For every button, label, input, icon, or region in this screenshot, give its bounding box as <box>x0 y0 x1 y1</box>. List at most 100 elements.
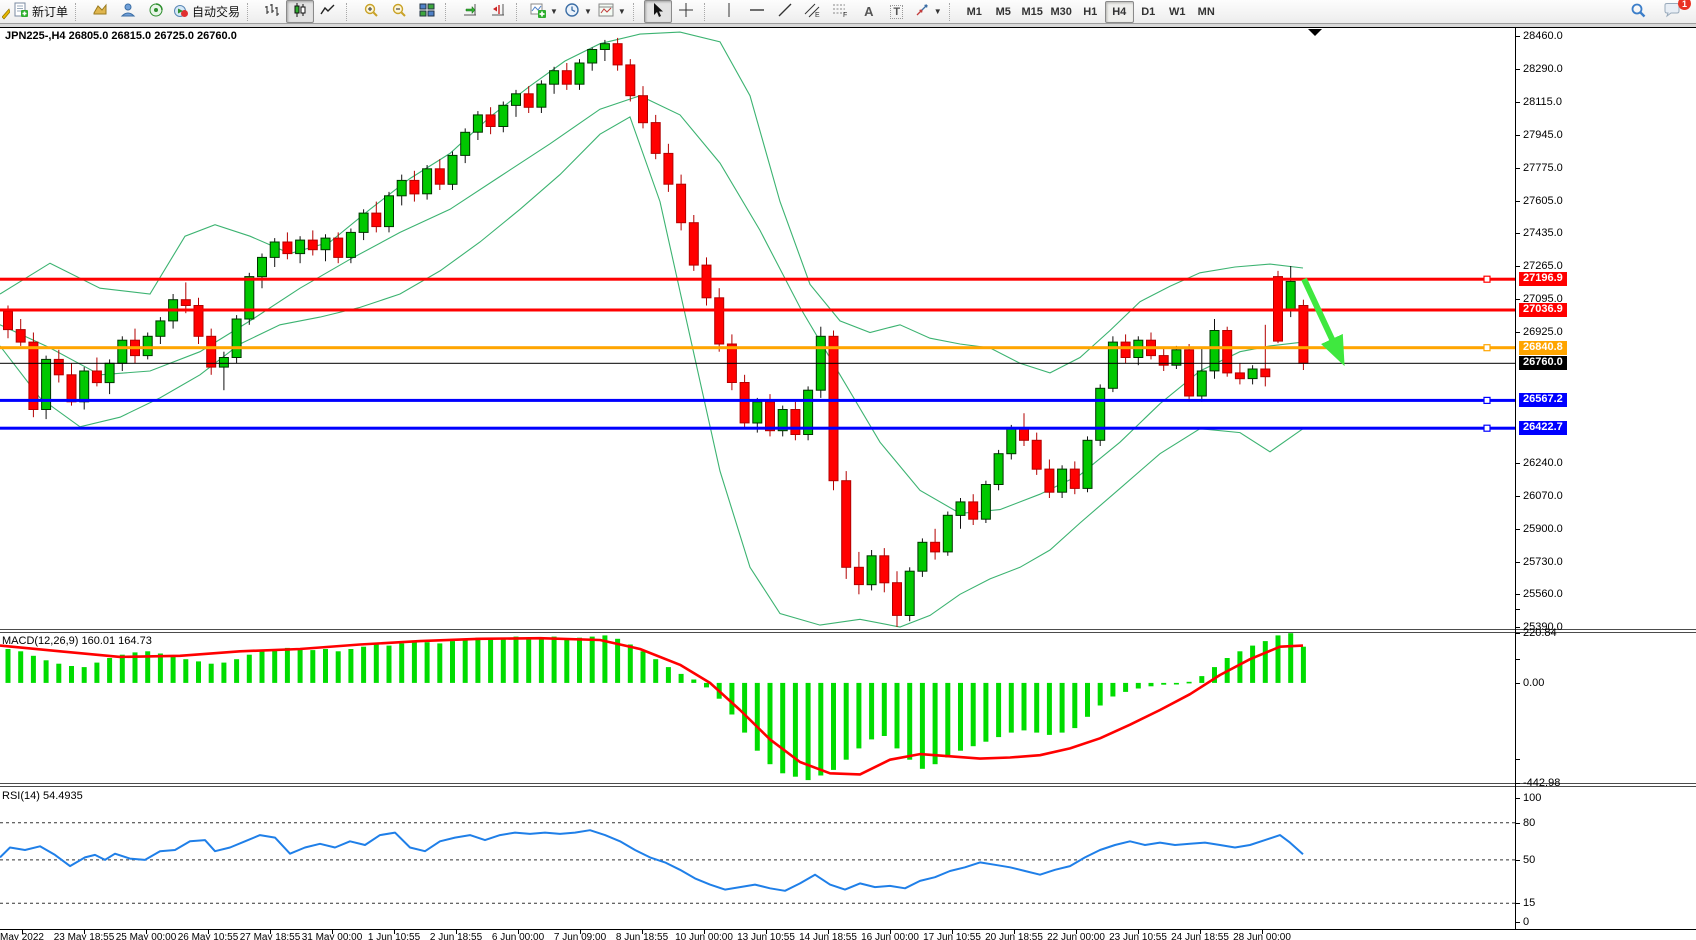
horizontal-line-object[interactable] <box>0 278 1515 281</box>
axis-tick <box>1516 233 1520 234</box>
candle-body <box>524 94 533 108</box>
timeframe-button-m5[interactable]: M5 <box>989 1 1018 23</box>
chat-button[interactable]: 1 <box>1658 0 1686 23</box>
sell-arrow-annotation[interactable] <box>1304 279 1338 352</box>
macd-histogram-bar <box>94 663 99 683</box>
hline-anchor-marker[interactable] <box>1484 397 1490 403</box>
macd-histogram-bar <box>641 651 646 683</box>
trendline-tool[interactable] <box>771 0 799 23</box>
macd-tick-label: 0.00 <box>1523 677 1544 689</box>
candle-body <box>1083 440 1092 488</box>
timeframe-button-d1[interactable]: D1 <box>1134 1 1163 23</box>
candle-body <box>575 63 584 84</box>
horizontal-line-object[interactable] <box>0 427 1515 430</box>
macd-histogram-bar <box>552 637 557 683</box>
crosshair-button[interactable] <box>672 0 700 23</box>
timeframe-button-mn[interactable]: MN <box>1192 1 1221 23</box>
macd-histogram-bar <box>44 660 49 683</box>
panel-divider[interactable] <box>0 783 1696 787</box>
macd-histogram-bar <box>501 638 506 683</box>
candlestick-icon <box>292 2 308 21</box>
macd-histogram-bar <box>272 649 277 683</box>
timeframe-button-h1[interactable]: H1 <box>1076 1 1105 23</box>
main-chart-panel[interactable] <box>0 28 1515 629</box>
separator <box>633 3 641 21</box>
market-watch-button[interactable] <box>86 0 114 23</box>
candlestick-type-button[interactable] <box>286 0 314 23</box>
macd-histogram-bar <box>755 683 760 751</box>
macd-histogram-bar <box>1199 676 1204 683</box>
hline-price-label: 26760.0 <box>1519 356 1567 370</box>
time-tick-label: 31 May 00:00 <box>302 932 363 940</box>
tile-windows-button[interactable] <box>413 0 441 23</box>
line-chart-type-button[interactable] <box>314 0 342 23</box>
current-price-line[interactable] <box>0 363 1515 364</box>
macd-panel[interactable] <box>0 633 1515 783</box>
chart-shift-button[interactable] <box>484 0 512 23</box>
timeframe-button-m30[interactable]: M30 <box>1047 1 1076 23</box>
rsi-tick-label: 80 <box>1523 817 1535 829</box>
auto-trading-icon <box>173 2 189 21</box>
fibonacci-tool[interactable]: F <box>827 0 855 23</box>
axis-tick <box>1516 659 1520 660</box>
templates-button[interactable]: ▼ <box>595 0 629 23</box>
horizontal-line-object[interactable] <box>0 346 1515 349</box>
macd-histogram-bar <box>437 643 442 683</box>
periods-button[interactable]: ▼ <box>561 0 595 23</box>
timeframe-group: M1M5M15M30H1H4D1W1MN <box>960 1 1221 23</box>
horizontal-line-tool[interactable] <box>743 0 771 23</box>
candle-body <box>105 363 114 382</box>
auto-scroll-button[interactable] <box>456 0 484 23</box>
macd-histogram-bar <box>869 683 874 740</box>
timeframe-button-m1[interactable]: M1 <box>960 1 989 23</box>
indicators-button[interactable]: ▼ <box>527 0 561 23</box>
candle-body <box>639 96 648 123</box>
auto-trading-button[interactable]: 自动交易 <box>170 0 243 23</box>
candle-body <box>4 311 13 329</box>
search-button[interactable] <box>1624 0 1652 23</box>
macd-histogram-bar <box>793 683 798 777</box>
timeframe-button-m15[interactable]: M15 <box>1018 1 1047 23</box>
separator <box>516 3 524 21</box>
candle-body <box>753 402 762 423</box>
timeframe-button-h4[interactable]: H4 <box>1105 1 1134 23</box>
new-order-label: 新订单 <box>32 3 68 20</box>
axis-tick <box>1516 798 1520 799</box>
text-tool[interactable]: A <box>855 0 883 23</box>
terminal-button[interactable] <box>142 0 170 23</box>
time-tick-label: 6 Jun 00:00 <box>492 932 544 940</box>
price-axis[interactable]: 28460.028290.028115.027945.027775.027605… <box>1515 28 1696 929</box>
panel-divider[interactable] <box>0 629 1696 633</box>
zoom-out-icon <box>391 2 407 21</box>
new-order-button[interactable]: 新订单 <box>10 0 71 23</box>
timeframe-button-w1[interactable]: W1 <box>1163 1 1192 23</box>
horizontal-line-object[interactable] <box>0 399 1515 402</box>
hline-anchor-marker[interactable] <box>1484 345 1490 351</box>
macd-histogram-bar <box>983 683 988 742</box>
macd-histogram-bar <box>666 667 671 683</box>
rsi-panel[interactable] <box>0 788 1515 929</box>
rsi-label: RSI(14) 54.4935 <box>2 790 83 802</box>
rsi-tick-label: 0 <box>1523 916 1529 928</box>
zoom-out-button[interactable] <box>385 0 413 23</box>
arrows-tool[interactable]: ▼ <box>911 0 945 23</box>
navigator-button[interactable] <box>114 0 142 23</box>
rsi-tick-label: 100 <box>1523 792 1541 804</box>
horizontal-line-object[interactable] <box>0 309 1515 312</box>
bar-chart-type-button[interactable] <box>258 0 286 23</box>
cursor-button[interactable] <box>644 0 672 23</box>
time-axis[interactable]: May 202223 May 18:5525 May 00:0026 May 1… <box>0 929 1696 940</box>
time-tick-label: 27 May 18:55 <box>240 932 301 940</box>
vertical-line-tool[interactable] <box>715 0 743 23</box>
candle-body <box>321 238 330 250</box>
axis-tick <box>1516 69 1520 70</box>
label-tool[interactable]: T <box>883 0 911 23</box>
hline-price-label: 27036.9 <box>1519 303 1567 317</box>
channel-tool[interactable]: E <box>799 0 827 23</box>
hline-anchor-marker[interactable] <box>1484 276 1490 282</box>
hline-anchor-marker[interactable] <box>1484 425 1490 431</box>
chart-shift-marker[interactable] <box>1308 29 1322 36</box>
chart-area[interactable]: JPN225-,H4 26805.0 26815.0 26725.0 26760… <box>0 24 1696 940</box>
zoom-in-button[interactable] <box>357 0 385 23</box>
candle-body <box>1197 371 1206 396</box>
